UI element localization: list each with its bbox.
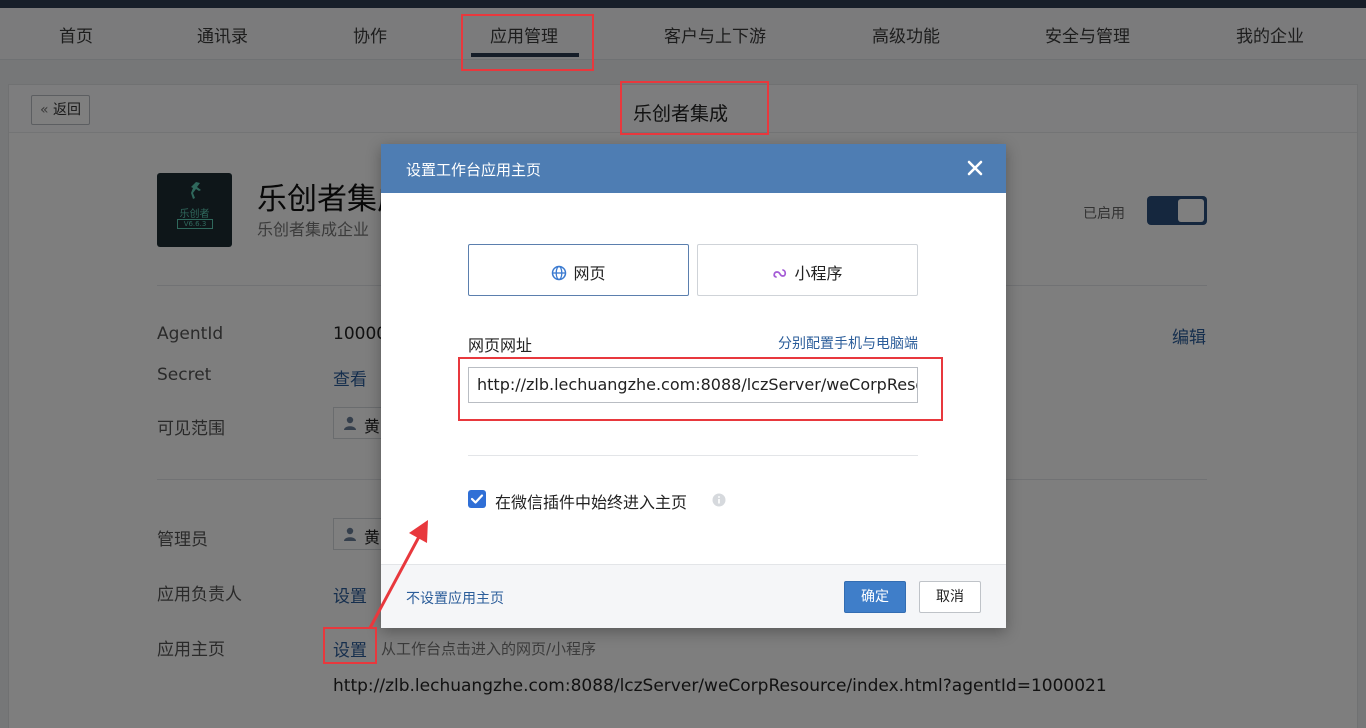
annotation-arrow — [368, 520, 428, 629]
